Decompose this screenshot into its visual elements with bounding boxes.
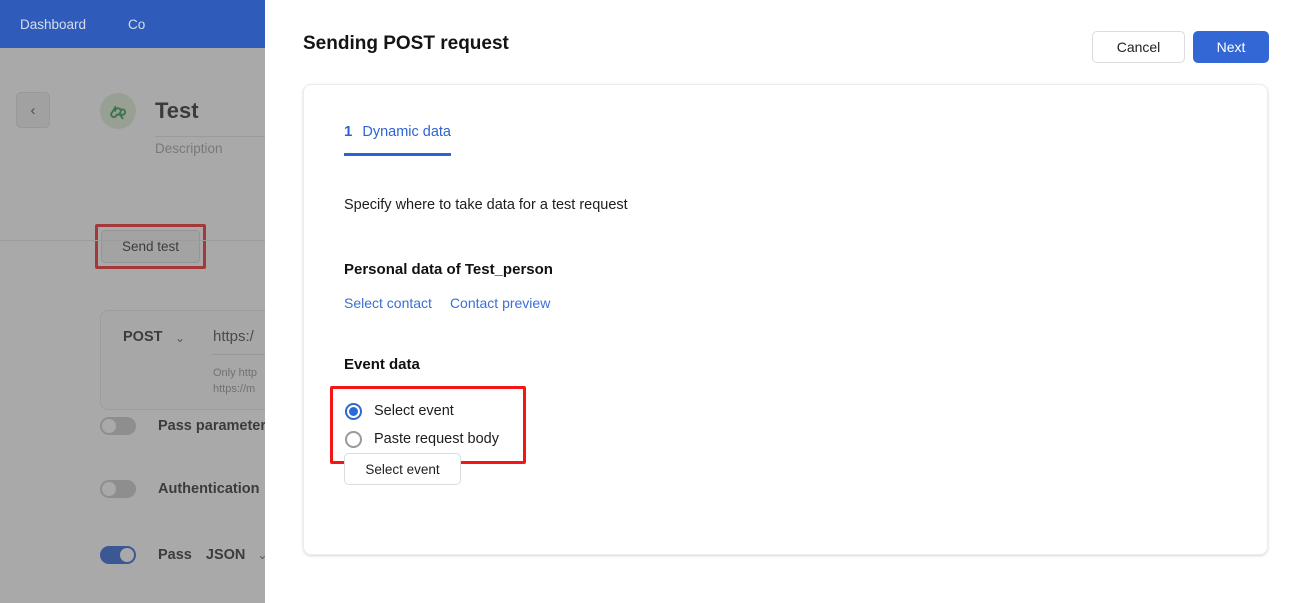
background-page-body: ‹ Test Description Send test POST ⌄ http… bbox=[0, 48, 270, 603]
url-hint-line-1: Only http bbox=[213, 367, 258, 379]
request-config-card: POST ⌄ https:/ Only http https://m bbox=[100, 310, 270, 410]
tab-label: Dynamic data bbox=[362, 124, 451, 140]
chevron-down-icon[interactable]: ⌄ bbox=[175, 331, 185, 345]
personal-data-links: Select contact Contact preview bbox=[344, 295, 550, 311]
description-underline bbox=[155, 136, 270, 137]
radio-row-paste-request-body[interactable]: Paste request body bbox=[345, 425, 523, 453]
nav-item-contacts[interactable]: Co bbox=[128, 17, 145, 32]
toggle-knob bbox=[102, 419, 116, 433]
toggle-label-pass: Pass bbox=[158, 547, 192, 563]
radio-paste-request-body[interactable] bbox=[345, 430, 362, 448]
url-input-value[interactable]: https:/ bbox=[213, 328, 254, 345]
webhook-icon bbox=[100, 93, 136, 129]
radio-label-select-event: Select event bbox=[374, 403, 454, 419]
toggle-row-pass-parameters[interactable]: Pass parameters bbox=[100, 417, 270, 435]
chevron-left-icon: ‹ bbox=[30, 101, 36, 119]
page-title: Test bbox=[155, 98, 199, 123]
radio-label-paste-request-body: Paste request body bbox=[374, 431, 499, 447]
radio-row-select-event[interactable]: Select event bbox=[345, 397, 523, 425]
next-button[interactable]: Next bbox=[1193, 31, 1269, 63]
toggle-knob bbox=[102, 482, 116, 496]
select-contact-link[interactable]: Select contact bbox=[344, 295, 432, 311]
toggle-pass-parameters[interactable] bbox=[100, 417, 136, 435]
send-test-highlight: Send test bbox=[95, 224, 206, 269]
toggle-label-pass-parameters: Pass parameters bbox=[158, 418, 270, 434]
top-navigation-bar: Dashboard Co bbox=[0, 0, 270, 48]
send-test-button[interactable]: Send test bbox=[101, 230, 200, 263]
personal-data-heading: Personal data of Test_person bbox=[344, 261, 553, 278]
tab-dynamic-data[interactable]: 1 Dynamic data bbox=[344, 123, 451, 156]
toggle-knob bbox=[120, 548, 134, 562]
event-data-heading: Event data bbox=[344, 356, 420, 373]
method-select-value[interactable]: POST bbox=[123, 329, 162, 345]
step-tabbar: 1 Dynamic data bbox=[344, 123, 451, 156]
cancel-button[interactable]: Cancel bbox=[1092, 31, 1185, 63]
select-event-button[interactable]: Select event bbox=[344, 453, 461, 485]
description-placeholder[interactable]: Description bbox=[155, 141, 223, 156]
json-format-value[interactable]: JSON bbox=[206, 547, 246, 563]
contact-preview-link[interactable]: Contact preview bbox=[450, 295, 550, 311]
section-divider bbox=[0, 240, 270, 241]
background-application: Dashboard Co ‹ Test Description Send tes… bbox=[0, 0, 270, 603]
back-button[interactable]: ‹ bbox=[16, 92, 50, 128]
toggle-row-authentication[interactable]: Authentication bbox=[100, 480, 260, 498]
toggle-label-authentication: Authentication bbox=[158, 481, 260, 497]
modal-title: Sending POST request bbox=[303, 33, 509, 54]
modal-content-card: 1 Dynamic data Specify where to take dat… bbox=[303, 84, 1268, 555]
instruction-text: Specify where to take data for a test re… bbox=[344, 197, 628, 213]
tab-step-number: 1 bbox=[344, 123, 353, 140]
nav-item-dashboard[interactable]: Dashboard bbox=[20, 17, 86, 32]
radio-select-event[interactable] bbox=[345, 402, 362, 420]
toggle-pass-json[interactable] bbox=[100, 546, 136, 564]
url-hint-line-2: https://m bbox=[213, 383, 256, 395]
modal-sheet: Sending POST request Cancel Next 1 Dynam… bbox=[265, 0, 1313, 603]
toggle-authentication[interactable] bbox=[100, 480, 136, 498]
url-input-underline bbox=[211, 354, 270, 355]
toggle-row-pass-json[interactable]: Pass JSON ⌄ bbox=[100, 546, 267, 564]
screen-root: Dashboard Co ‹ Test Description Send tes… bbox=[0, 0, 1313, 603]
